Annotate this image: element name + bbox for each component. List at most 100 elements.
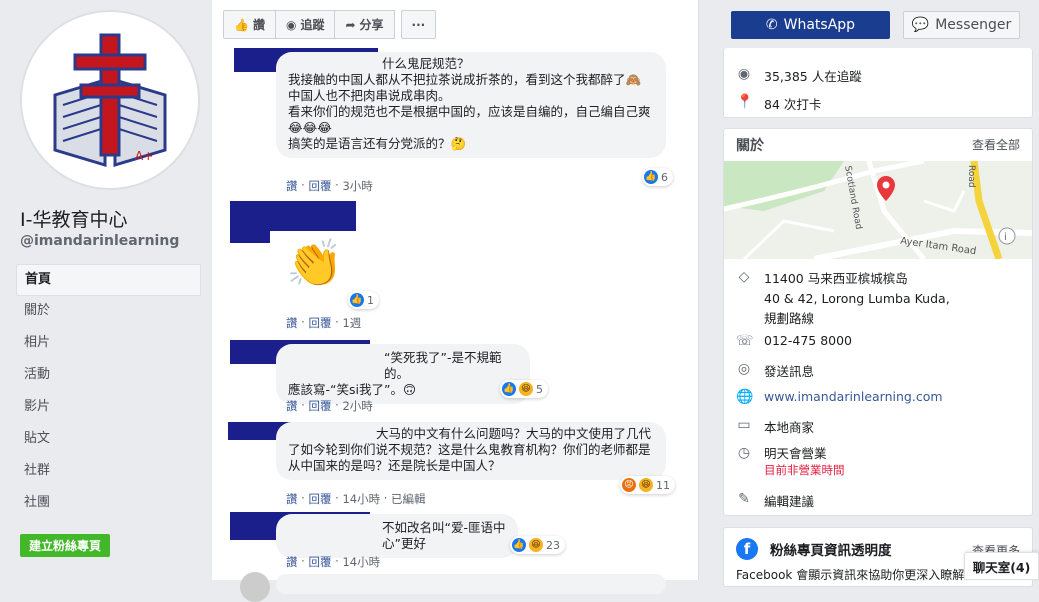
nav-item-groups[interactable]: 社團 xyxy=(16,488,201,520)
comment-reply-link[interactable]: 回覆 xyxy=(308,398,331,414)
send-message-link[interactable]: 發送訊息 xyxy=(764,361,814,380)
hours-status: 目前非營業時間 xyxy=(764,463,845,477)
follow-page-button[interactable]: ◉ 追蹤 xyxy=(274,10,336,39)
logo-icon: A+ xyxy=(53,33,167,168)
left-sidebar: A+ I-华教育中心 @imandarinlearning 首頁 關於 相片 活… xyxy=(0,0,212,580)
chat-tab[interactable]: 聊天室(4) xyxy=(964,552,1039,580)
comment-text: 應該寫-“笑si我了”。🙃 xyxy=(288,382,416,397)
comment-like-link[interactable]: 讚 xyxy=(286,491,298,507)
nav-item-posts[interactable]: 貼文 xyxy=(16,424,201,456)
avatar[interactable] xyxy=(240,572,270,602)
nav-item-events[interactable]: 活動 xyxy=(16,360,201,392)
list-item: 👏 👍 1 讚 · 回覆 · 1週 xyxy=(224,201,694,331)
messenger-label: Messenger xyxy=(935,17,1012,33)
location-pin-icon: 📍 xyxy=(736,94,754,110)
facebook-icon: f xyxy=(736,538,758,560)
reaction-count: 11 xyxy=(656,478,670,492)
page-handle[interactable]: @imandarinlearning xyxy=(20,233,179,249)
follow-label: 追蹤 xyxy=(300,18,325,32)
edited-label[interactable]: 已編輯 xyxy=(391,491,426,507)
clap-emoji-sticker: 👏 xyxy=(286,236,344,290)
comment-like-link[interactable]: 讚 xyxy=(286,315,298,331)
address-row: ◇ 11400 马来西亚槟城槟岛 40 & 42, Lorong Lumba K… xyxy=(736,269,950,329)
comment-reply-link[interactable]: 回覆 xyxy=(308,178,331,194)
map-image: i xyxy=(724,161,1032,259)
comment-reply-link[interactable]: 回覆 xyxy=(308,491,331,507)
address-line: 40 & 42, Lorong Lumba Kuda, xyxy=(764,291,950,306)
comment-like-link[interactable]: 讚 xyxy=(286,554,298,570)
nav-item-home[interactable]: 首頁 xyxy=(16,264,201,296)
comment-timestamp[interactable]: 14小時 xyxy=(342,554,380,570)
clock-icon: ◷ xyxy=(737,445,751,461)
comment-actions: 讚 · 回覆 · 2小時 xyxy=(286,398,373,414)
website-row: 🌐 www.imandarinlearning.com xyxy=(736,389,943,405)
phone-icon: ☏ xyxy=(736,333,754,349)
haha-reaction-icon: 😆 xyxy=(519,382,533,396)
messenger-button[interactable]: 💬 Messenger xyxy=(903,11,1020,39)
nav-item-photos[interactable]: 相片 xyxy=(16,328,201,360)
category-label[interactable]: 本地商家 xyxy=(764,417,814,436)
followers-row: ◉ 35,385 人在追蹤 xyxy=(736,66,862,85)
comment-like-link[interactable]: 讚 xyxy=(286,178,298,194)
storefront-icon: ▭ xyxy=(737,417,751,433)
comment-text: 大马的中文有什么问题吗？大马的中文使用了几代了如今轮到你们说不规范？这是什么鬼教… xyxy=(288,426,652,473)
comment-like-link[interactable]: 讚 xyxy=(286,398,298,414)
reaction-count: 5 xyxy=(536,382,543,396)
comment-reply-link[interactable]: 回覆 xyxy=(308,554,331,570)
transparency-text: Facebook 會顯示資訊來協助你更深入瞭解粉 xyxy=(736,568,977,582)
location-map[interactable]: i Scotland Road Ayer Itam Road Road xyxy=(724,161,1032,259)
reaction-summary[interactable]: 👍 6 xyxy=(642,168,673,186)
like-page-button[interactable]: 👍 讚 xyxy=(223,10,276,39)
contact-buttons: ✆ WhatsApp 💬 Messenger xyxy=(731,11,1020,39)
comment-reply-link[interactable]: 回覆 xyxy=(308,315,331,331)
more-options-button[interactable]: ··· xyxy=(400,10,437,39)
list-item: 不如改名叫“爱-匪语中心”更好 👍 😆 23 讚 · 回覆 · 14小時 xyxy=(224,510,694,569)
suggest-edit-link[interactable]: 編輯建議 xyxy=(764,491,814,510)
thumbs-up-icon: 👍 xyxy=(234,17,249,32)
website-link[interactable]: www.imandarinlearning.com xyxy=(764,389,943,404)
rss-icon: ◉ xyxy=(737,66,751,82)
page-profile-picture[interactable]: A+ xyxy=(20,10,200,190)
reaction-summary[interactable]: 😡 😆 11 xyxy=(620,476,675,494)
comment-bubble xyxy=(276,574,666,594)
whatsapp-button[interactable]: ✆ WhatsApp xyxy=(731,11,890,39)
comment-text: 不如改名叫“爱-匪语中心”更好 xyxy=(382,520,506,551)
comment-timestamp[interactable]: 1週 xyxy=(342,315,361,331)
comment-text: “笑死我了”-是不規範的。 xyxy=(384,350,502,381)
reaction-count: 6 xyxy=(661,170,668,184)
comment-timestamp[interactable]: 14小時 xyxy=(342,491,380,507)
hours-label[interactable]: 明天會營業 xyxy=(764,445,845,462)
list-item: “笑死我了”-是不規範的。 應該寫-“笑si我了”。🙃 👍 😆 5 讚 · 回覆… xyxy=(224,338,694,413)
reaction-count: 1 xyxy=(367,293,374,307)
followers-count: 35,385 人在追蹤 xyxy=(764,69,862,84)
right-column: ✆ WhatsApp 💬 Messenger ◉ 35,385 人在追蹤 📍 8… xyxy=(723,0,1033,587)
directions-link[interactable]: 規劃路線 xyxy=(764,309,950,329)
whatsapp-label: WhatsApp xyxy=(783,17,856,33)
address-line: 11400 马来西亚槟城槟岛 xyxy=(764,271,908,286)
comment-actions: 讚 · 回覆 · 1週 xyxy=(286,315,362,331)
comment-text: 看来你们的规范也不是根据中国的，应该是自编的，自己编自己爽😂😂😂 xyxy=(288,104,651,135)
nav-item-about[interactable]: 關於 xyxy=(16,296,201,328)
reaction-summary[interactable]: 👍 😆 5 xyxy=(500,380,548,398)
like-reaction-icon: 👍 xyxy=(644,170,658,184)
map-street-label: Road xyxy=(966,165,976,188)
about-title: 關於 xyxy=(736,138,764,154)
reaction-summary[interactable]: 👍 1 xyxy=(348,291,379,309)
like-label: 讚 xyxy=(252,18,265,32)
see-all-link[interactable]: 查看全部 xyxy=(972,136,1020,153)
comment-text: 我接触的中国人都从不把拉茶说成折茶的，看到这个我都醉了🙈 xyxy=(288,72,642,87)
comment-bubble: 大马的中文有什么问题吗？大马的中文使用了几代了如今轮到你们说不规范？这是什么鬼教… xyxy=(276,422,666,480)
comment-timestamp[interactable]: 2小時 xyxy=(342,398,372,414)
about-card: 關於 查看全部 i Scotland Road Ayer Itam Road R… xyxy=(723,128,1033,516)
comment-text: 中国人也不把肉串说成串肉。 xyxy=(288,88,451,103)
comment-timestamp[interactable]: 3小時 xyxy=(342,178,372,194)
phone-row: ☏ 012-475 8000 xyxy=(736,333,852,349)
phone-number[interactable]: 012-475 8000 xyxy=(764,333,852,348)
create-page-button[interactable]: 建立粉絲專頁 xyxy=(20,534,111,557)
reaction-summary[interactable]: 👍 😆 23 xyxy=(510,536,565,554)
angry-reaction-icon: 😡 xyxy=(622,478,636,492)
nav-item-community[interactable]: 社群 xyxy=(16,456,201,488)
nav-item-videos[interactable]: 影片 xyxy=(16,392,201,424)
category-row: ▭ 本地商家 xyxy=(736,417,814,436)
share-page-button[interactable]: ➦ 分享 xyxy=(334,10,395,39)
